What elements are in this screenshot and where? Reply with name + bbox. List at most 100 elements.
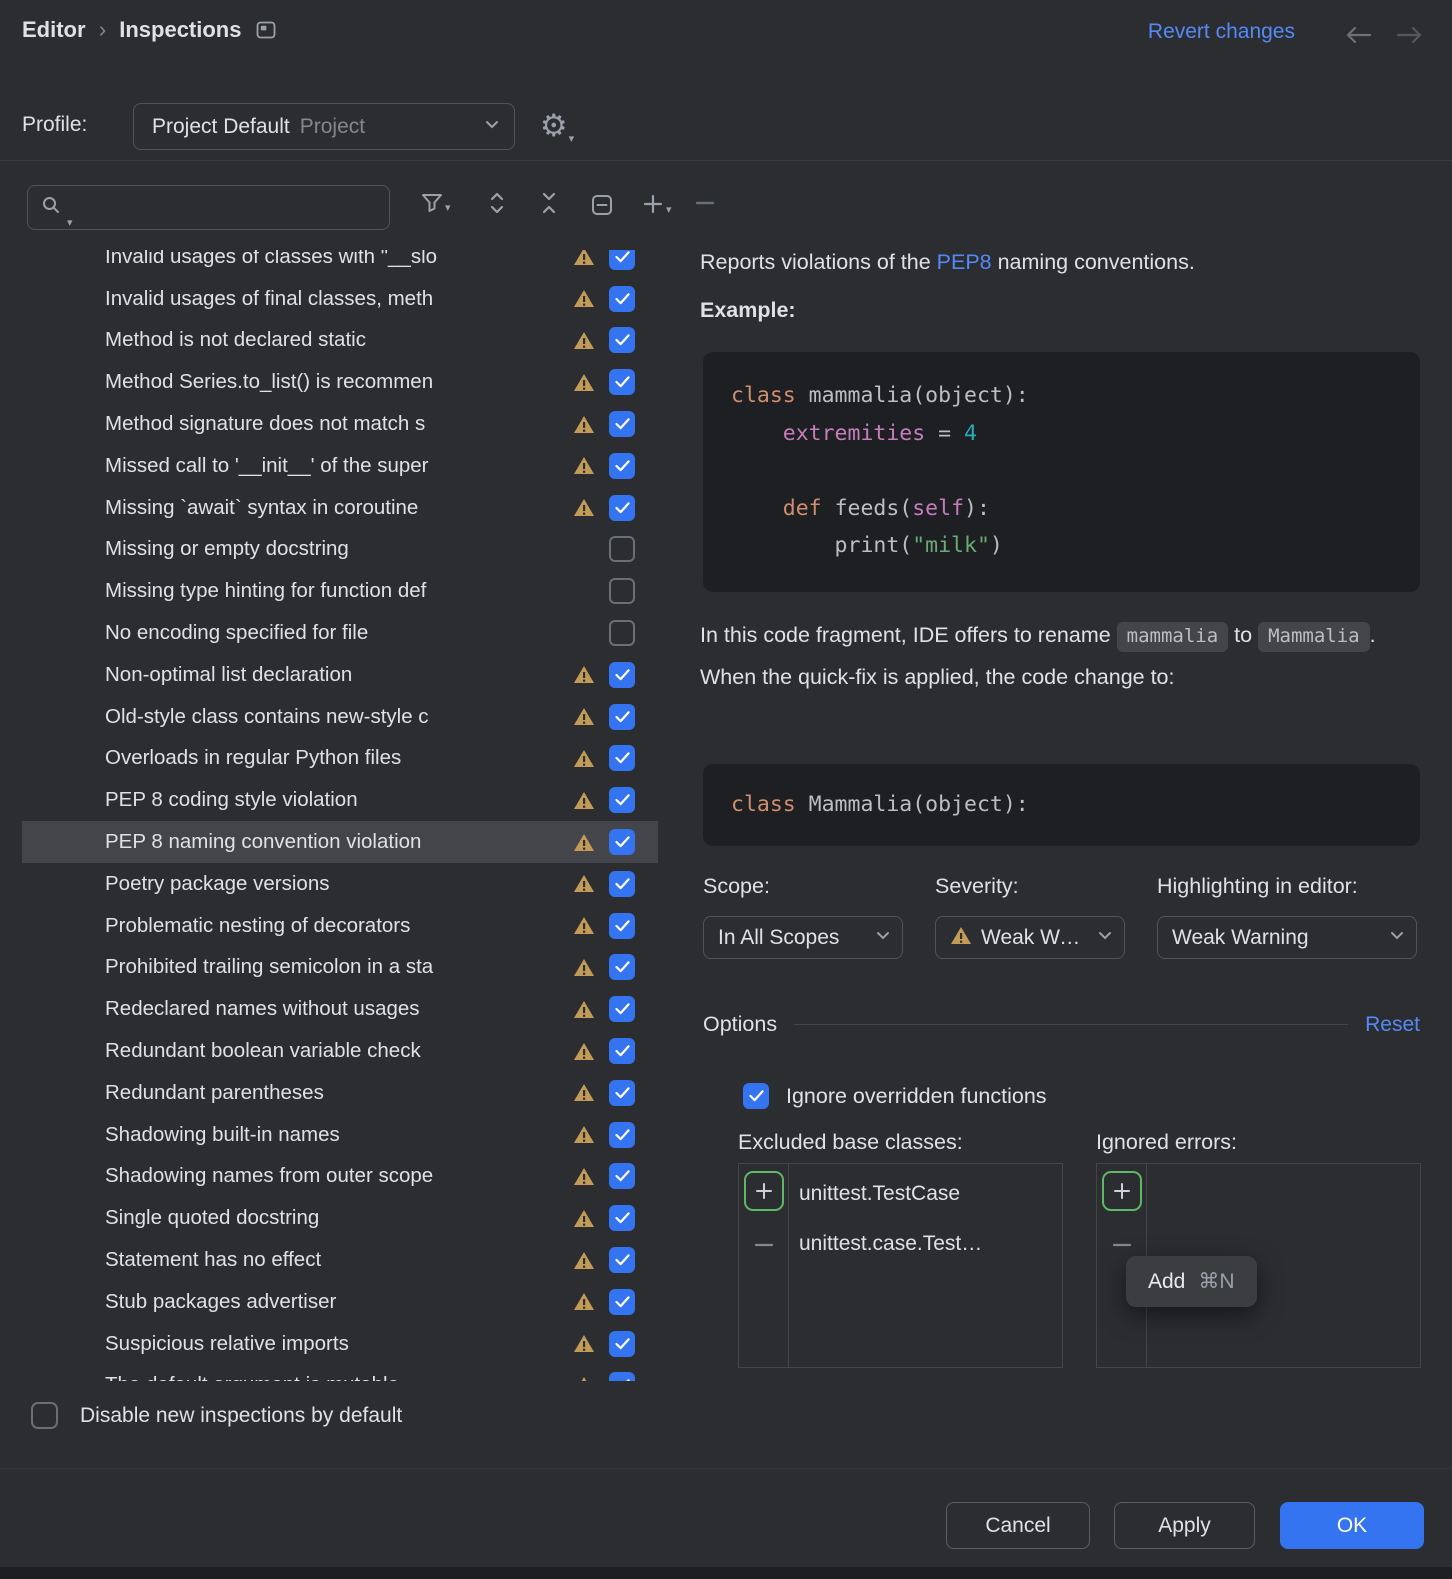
profile-gear-button[interactable]: ⚙ ▾ (534, 106, 580, 148)
inspection-checkbox[interactable] (609, 411, 635, 438)
inspection-row[interactable]: Prohibited trailing semicolon in a sta (22, 947, 658, 989)
inspection-row[interactable]: No encoding specified for file (22, 612, 658, 654)
inspection-row[interactable]: Stub packages advertiser (22, 1281, 658, 1323)
inspection-checkbox[interactable] (609, 1163, 635, 1190)
back-arrow-icon[interactable] (1344, 24, 1372, 51)
excluded-remove-button[interactable] (744, 1235, 784, 1255)
inspection-row[interactable]: Missing `await` syntax in coroutine (22, 487, 658, 529)
inspection-tree[interactable]: Invalid usages of classes with "__slo Inv… (22, 250, 658, 1381)
profile-value: Project Default (152, 114, 290, 138)
inspection-checkbox[interactable] (609, 661, 635, 688)
inspection-row[interactable]: Poetry package versions (22, 863, 658, 905)
inspection-checkbox[interactable] (609, 250, 635, 270)
inspection-row[interactable]: PEP 8 coding style violation (22, 779, 658, 821)
excluded-base-classes-list[interactable]: unittest.TestCase unittest.case.Test… (738, 1163, 1063, 1368)
filter-icon[interactable]: ▾ (420, 192, 451, 214)
reset-link[interactable]: Reset (1365, 1013, 1420, 1037)
inspection-checkbox[interactable] (609, 1330, 635, 1357)
inspection-checkbox[interactable] (609, 954, 635, 981)
inspection-checkbox[interactable] (609, 829, 635, 856)
scope-select[interactable]: In All Scopes (703, 916, 903, 959)
inspection-row[interactable]: Single quoted docstring (22, 1197, 658, 1239)
inspection-checkbox[interactable] (609, 578, 635, 605)
inspection-row[interactable]: Non-optimal list declaration (22, 654, 658, 696)
excluded-list-toolbar (739, 1164, 789, 1367)
scope-value: In All Scopes (718, 925, 840, 949)
inspection-row[interactable]: Redundant boolean variable check (22, 1030, 658, 1072)
forward-arrow-icon[interactable] (1396, 24, 1424, 51)
inspection-checkbox[interactable] (609, 620, 635, 647)
inspection-row[interactable]: Shadowing built-in names (22, 1114, 658, 1156)
inspection-checkbox[interactable] (609, 452, 635, 479)
disable-inspection-icon[interactable] (591, 194, 613, 216)
profile-select[interactable]: Project Default Project (133, 103, 515, 150)
disable-new-inspections-label: Disable new inspections by default (80, 1403, 403, 1427)
inspection-checkbox[interactable] (609, 745, 635, 772)
inspection-row[interactable]: Method is not declared static (22, 320, 658, 362)
inspection-checkbox[interactable] (609, 285, 635, 312)
remove-inspection-icon[interactable] (694, 198, 716, 208)
ignore-overridden-checkbox[interactable] (743, 1083, 769, 1109)
highlighting-select[interactable]: Weak Warning (1157, 916, 1417, 959)
ok-button[interactable]: OK (1280, 1502, 1424, 1549)
excluded-item[interactable]: unittest.case.Test… (789, 1219, 1062, 1269)
inspection-checkbox[interactable] (609, 1038, 635, 1065)
footer-divider (0, 1468, 1452, 1469)
inspection-checkbox[interactable] (609, 536, 635, 563)
pep8-link[interactable]: PEP8 (937, 250, 992, 274)
inspection-row[interactable]: Method Series.to_list() is recommen (22, 361, 658, 403)
highlighting-value: Weak Warning (1172, 925, 1309, 949)
ignored-remove-button[interactable] (1102, 1235, 1142, 1255)
inspection-checkbox[interactable] (609, 787, 635, 814)
disable-new-inspections-checkbox[interactable] (31, 1402, 58, 1429)
inspection-row[interactable]: Method signature does not match s (22, 403, 658, 445)
breadcrumb-editor[interactable]: Editor (22, 17, 86, 43)
inspection-checkbox[interactable] (609, 912, 635, 939)
severity-select[interactable]: Weak Warning (935, 916, 1125, 959)
inspection-row[interactable]: Problematic nesting of decorators (22, 905, 658, 947)
gear-caret-icon: ▾ (568, 133, 575, 145)
inspection-row[interactable]: Missing or empty docstring (22, 529, 658, 571)
inspection-row[interactable]: Invalid usages of classes with "__slo (22, 250, 658, 278)
inspection-label: Non-optimal list declaration (105, 662, 353, 686)
inspection-row[interactable]: The default argument is mutable (22, 1365, 658, 1381)
inspection-row[interactable]: Shadowing names from outer scope (22, 1156, 658, 1198)
add-inspection-icon[interactable]: ▾ (641, 192, 672, 216)
inspection-checkbox[interactable] (609, 1079, 635, 1106)
inspection-row[interactable]: Statement has no effect (22, 1239, 658, 1281)
inspection-label: PEP 8 coding style violation (105, 788, 358, 812)
inspection-checkbox[interactable] (609, 369, 635, 396)
add-tooltip: Add ⌘N (1126, 1256, 1257, 1307)
cancel-button[interactable]: Cancel (946, 1502, 1090, 1549)
excluded-add-button[interactable] (743, 1171, 784, 1211)
apply-button[interactable]: Apply (1114, 1502, 1255, 1549)
inspection-row[interactable]: Overloads in regular Python files (22, 738, 658, 780)
inspection-checkbox[interactable] (609, 1247, 635, 1274)
ignored-add-button[interactable] (1101, 1171, 1142, 1211)
inspection-checkbox[interactable] (609, 870, 635, 897)
inspection-checkbox[interactable] (609, 996, 635, 1023)
revert-changes-link[interactable]: Revert changes (1148, 20, 1295, 44)
inspection-checkbox[interactable] (609, 703, 635, 730)
inspection-checkbox[interactable] (609, 1288, 635, 1315)
inspection-checkbox[interactable] (609, 1205, 635, 1232)
inspection-row[interactable]: Suspicious relative imports (22, 1323, 658, 1365)
warning-icon (572, 833, 596, 852)
inspection-row[interactable]: Missing type hinting for function def (22, 570, 658, 612)
inspection-checkbox[interactable] (609, 1121, 635, 1148)
inspections-dialog-icon[interactable] (256, 21, 276, 39)
inspection-checkbox[interactable] (609, 494, 635, 521)
inspection-row[interactable]: PEP 8 naming convention violation (22, 821, 658, 863)
excluded-item[interactable]: unittest.TestCase (789, 1169, 1062, 1219)
expand-all-icon[interactable] (486, 190, 508, 216)
inspection-checkbox[interactable] (609, 1372, 635, 1381)
collapse-all-icon[interactable] (538, 190, 560, 216)
inspection-row[interactable]: Old-style class contains new-style c (22, 696, 658, 738)
inspection-row[interactable]: Redeclared names without usages (22, 988, 658, 1030)
inspection-row[interactable]: Invalid usages of final classes, meth (22, 278, 658, 320)
inspection-checkbox[interactable] (609, 327, 635, 354)
inspection-row[interactable]: Redundant parentheses (22, 1072, 658, 1114)
inspection-row[interactable]: Missed call to '__init__' of the super (22, 445, 658, 487)
search-input[interactable]: ▾ (27, 185, 390, 230)
inspection-label: Old-style class contains new-style c (105, 704, 429, 728)
